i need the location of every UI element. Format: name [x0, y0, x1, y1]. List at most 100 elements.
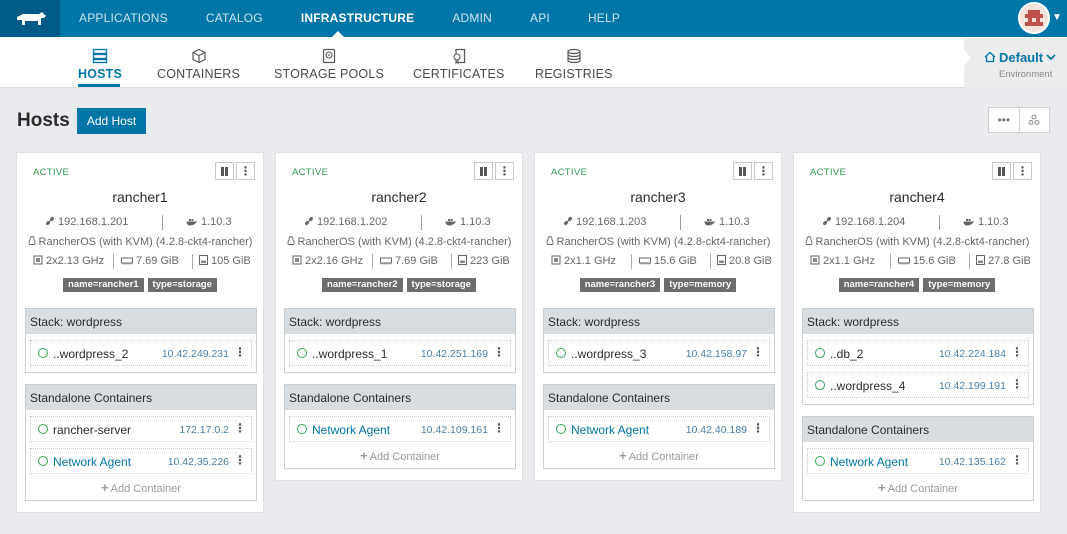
host-name[interactable]: rancher2: [276, 189, 522, 205]
host-os: RancherOS (with KVM) (4.2.8-ckt4-rancher…: [794, 236, 1040, 248]
host-cpu: 2x2.16 GHz: [292, 255, 363, 267]
host-menu-button[interactable]: ⋮: [1013, 162, 1032, 180]
container-name[interactable]: rancher-server: [53, 423, 131, 437]
topnav-api[interactable]: API: [511, 0, 569, 37]
host-menu-button[interactable]: ⋮: [754, 162, 773, 180]
host-menu-button[interactable]: ⋮: [495, 162, 514, 180]
host-name[interactable]: rancher4: [794, 189, 1040, 205]
container-name[interactable]: ..wordpress_3: [571, 347, 646, 361]
more-options-icon[interactable]: •••: [989, 108, 1020, 132]
cpu-icon: [810, 255, 820, 265]
host-label: name=rancher2: [322, 278, 403, 292]
container-menu-icon[interactable]: ⋮: [493, 345, 505, 359]
environment-caption: Environment: [999, 69, 1053, 80]
container-name[interactable]: ..wordpress_2: [53, 347, 128, 361]
container-name[interactable]: Network Agent: [53, 455, 131, 469]
container-ip: 10.42.40.189: [685, 424, 747, 436]
pause-button[interactable]: [474, 162, 493, 180]
plus-icon: +: [619, 448, 627, 463]
host-ip: 192.168.1.203: [563, 216, 646, 228]
tab-storage-pools-label: STORAGE POOLS: [274, 67, 385, 81]
container-name[interactable]: Network Agent: [312, 423, 390, 437]
container-row[interactable]: Network Agent 10.42.109.161 ⋮: [289, 416, 511, 442]
container-row[interactable]: ..wordpress_4 10.42.199.191 ⋮: [807, 372, 1029, 398]
container-row[interactable]: Network Agent 10.42.35.226 ⋮: [30, 448, 252, 474]
container-row[interactable]: Network Agent 10.42.135.162 ⋮: [807, 448, 1029, 474]
standalone-title: Standalone Containers: [803, 417, 1033, 442]
stack-title[interactable]: Stack: wordpress: [803, 309, 1033, 334]
container-menu-icon[interactable]: ⋮: [234, 453, 246, 467]
cluster-view-icon[interactable]: [1020, 108, 1050, 132]
container-row[interactable]: ..wordpress_2 10.42.249.231 ⋮: [30, 340, 252, 366]
container-row[interactable]: Network Agent 10.42.40.189 ⋮: [548, 416, 770, 442]
running-status-icon: [38, 348, 48, 358]
topnav-infrastructure[interactable]: INFRASTRUCTURE: [282, 0, 433, 37]
container-menu-icon[interactable]: ⋮: [493, 421, 505, 435]
storage-icon: [199, 255, 208, 265]
add-container-button[interactable]: + Add Container: [285, 442, 515, 468]
pause-button[interactable]: [215, 162, 234, 180]
container-row[interactable]: rancher-server 172.17.0.2 ⋮: [30, 416, 252, 442]
host-menu-button[interactable]: ⋮: [236, 162, 255, 180]
topnav-catalog[interactable]: CATALOG: [187, 0, 282, 37]
container-menu-icon[interactable]: ⋮: [752, 421, 764, 435]
add-container-button[interactable]: + Add Container: [544, 442, 774, 468]
topnav-applications[interactable]: APPLICATIONS: [60, 0, 187, 37]
pause-button[interactable]: [733, 162, 752, 180]
storage-icon: [976, 255, 985, 265]
divider: [451, 254, 452, 269]
tab-registries[interactable]: REGISTRIES: [535, 47, 613, 81]
host-ip-text: 192.168.1.202: [317, 216, 388, 228]
container-menu-icon[interactable]: ⋮: [234, 421, 246, 435]
running-status-icon: [297, 348, 307, 358]
host-ip: 192.168.1.202: [304, 216, 387, 228]
topnav-help[interactable]: HELP: [569, 0, 639, 37]
container-name[interactable]: Network Agent: [830, 455, 908, 469]
chevron-down-icon[interactable]: ▼: [1052, 12, 1062, 23]
host-label: type=storage: [147, 278, 217, 292]
container-menu-icon[interactable]: ⋮: [752, 345, 764, 359]
kebab-icon: ⋮: [498, 164, 511, 178]
storage-icon: [717, 255, 726, 265]
add-container-button[interactable]: + Add Container: [26, 474, 256, 500]
container-name[interactable]: ..wordpress_4: [830, 379, 905, 393]
pause-button[interactable]: [992, 162, 1011, 180]
container-row[interactable]: ..db_2 10.42.224.184 ⋮: [807, 340, 1029, 366]
container-menu-icon[interactable]: ⋮: [234, 345, 246, 359]
rancher-logo[interactable]: [0, 0, 60, 37]
user-avatar[interactable]: [1018, 2, 1050, 34]
host-card: ACTIVE ⋮ rancher3 192.168.1.203 1.10.3 R…: [534, 152, 782, 481]
host-memory: 7.69 GiB: [380, 255, 438, 267]
tab-containers[interactable]: CONTAINERS: [157, 47, 240, 81]
stack-title[interactable]: Stack: wordpress: [285, 309, 515, 334]
container-ip: 10.42.35.226: [167, 456, 229, 468]
container-name[interactable]: Network Agent: [571, 423, 649, 437]
link-icon: [45, 216, 55, 226]
environment-switcher[interactable]: Default Environment: [964, 38, 1067, 88]
container-row[interactable]: ..wordpress_1 10.42.251.169 ⋮: [289, 340, 511, 366]
standalone-title: Standalone Containers: [26, 385, 256, 410]
stack-title[interactable]: Stack: wordpress: [26, 309, 256, 334]
host-ip-text: 192.168.1.203: [576, 216, 647, 228]
host-os: RancherOS (with KVM) (4.2.8-ckt4-rancher…: [17, 236, 263, 248]
tab-certificates[interactable]: CERTIFICATES: [413, 47, 505, 81]
container-name[interactable]: ..wordpress_1: [312, 347, 387, 361]
host-name[interactable]: rancher3: [535, 189, 781, 205]
topnav-admin[interactable]: ADMIN: [433, 0, 511, 37]
add-container-label: Add Container: [628, 451, 699, 463]
container-menu-icon[interactable]: ⋮: [1011, 453, 1023, 467]
add-host-button[interactable]: Add Host: [77, 108, 146, 134]
tab-storage-pools[interactable]: STORAGE POOLS: [274, 47, 384, 81]
container-menu-icon[interactable]: ⋮: [1011, 377, 1023, 391]
add-container-button[interactable]: + Add Container: [803, 474, 1033, 500]
memory-icon: [898, 257, 910, 265]
add-container-label: Add Container: [887, 483, 958, 495]
host-name[interactable]: rancher1: [17, 189, 263, 205]
stack-title[interactable]: Stack: wordpress: [544, 309, 774, 334]
container-name[interactable]: ..db_2: [830, 347, 863, 361]
docker-version: 1.10.3: [963, 216, 1009, 228]
tab-hosts[interactable]: HOSTS: [78, 47, 122, 81]
container-menu-icon[interactable]: ⋮: [1011, 345, 1023, 359]
container-row[interactable]: ..wordpress_3 10.42.158.97 ⋮: [548, 340, 770, 366]
host-cpu-text: 2x2.16 GHz: [305, 255, 364, 267]
